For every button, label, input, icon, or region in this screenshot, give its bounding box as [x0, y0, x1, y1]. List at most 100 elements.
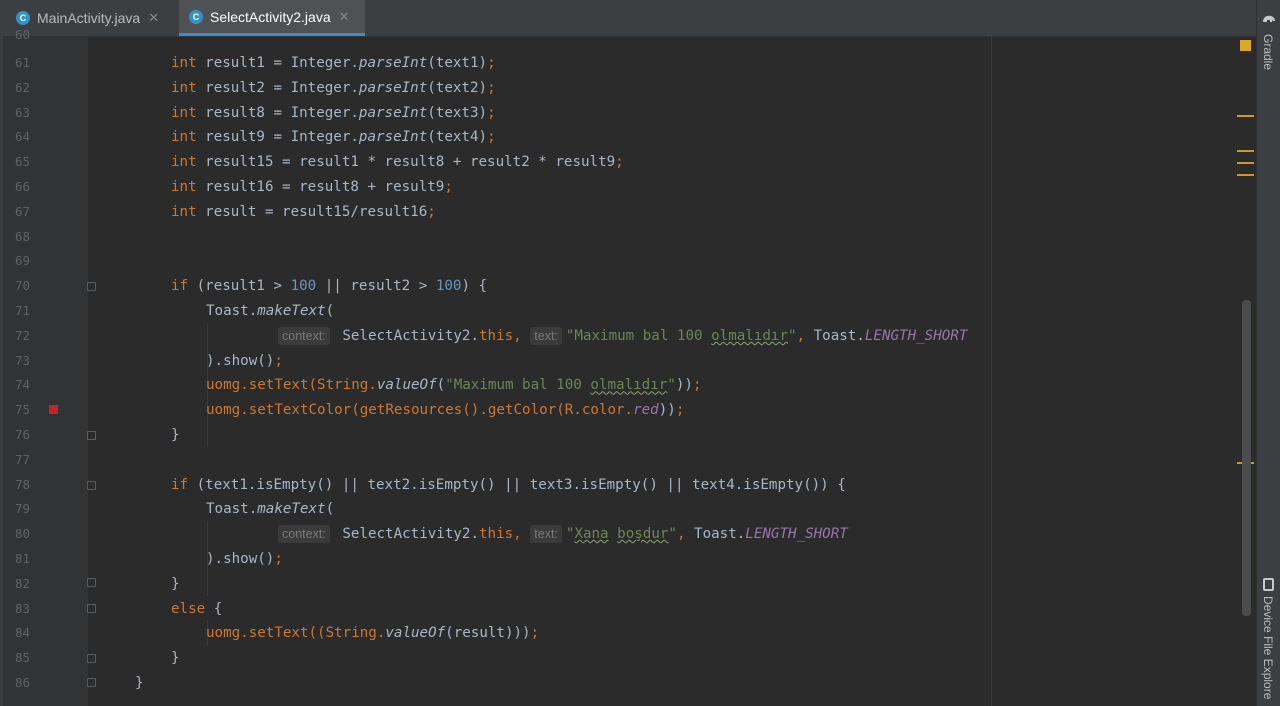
string-literal: Xana: [574, 526, 609, 543]
code-text: (: [436, 377, 446, 394]
close-icon[interactable]: ✕: [339, 9, 350, 25]
code-line: }: [171, 572, 180, 597]
static-field: red: [633, 402, 659, 419]
string-literal: ": [668, 526, 677, 543]
semicolon: ;: [675, 402, 685, 419]
code-line: }: [135, 671, 144, 696]
close-icon[interactable]: ✕: [148, 10, 159, 26]
keyword: int: [171, 55, 197, 71]
line-number: 77: [14, 451, 30, 467]
semicolon: ;: [274, 352, 283, 369]
method-name: valueOf: [376, 377, 437, 394]
line-number: 75: [14, 402, 30, 418]
vertical-scrollbar[interactable]: [1242, 300, 1251, 616]
code-text: }: [135, 675, 144, 691]
line-number: 74: [14, 377, 30, 393]
line-number: 60: [14, 27, 30, 42]
line-number: 81: [14, 551, 30, 566]
code-line: int result16 = result8 + result9;: [171, 175, 453, 200]
method-name: valueOf: [385, 625, 446, 642]
line-number: 67: [14, 203, 30, 219]
code-text: || result2 >: [316, 278, 436, 295]
code-text: (text2): [427, 79, 488, 96]
keyword: if: [171, 476, 189, 493]
semicolon: ;: [487, 129, 496, 146]
code-text: }: [171, 650, 180, 667]
method-name: parseInt: [358, 104, 428, 121]
code-line: context: SelectActivity2.this, text: " Xan…: [278, 522, 848, 547]
code-line: int result1 = Integer.parseInt(text1);: [171, 51, 496, 76]
error-stripe-mark[interactable]: [1237, 162, 1254, 164]
keyword: int: [171, 154, 197, 171]
line-number: 61: [14, 55, 30, 70]
number: 100: [290, 278, 317, 295]
code-line: uomg.setText((String.valueOf(result)));: [206, 621, 539, 646]
method-name: parseInt: [358, 79, 428, 96]
code-text: SelectActivity2.: [333, 526, 479, 543]
tab-select-activity2[interactable]: C SelectActivity2.java ✕: [179, 0, 365, 36]
device-file-explorer-button[interactable]: Device File Explore: [1261, 596, 1275, 699]
code-line: int result8 = Integer.parseInt(text3);: [171, 101, 496, 126]
error-stripe-mark[interactable]: [1237, 150, 1254, 152]
code-text: Toast.: [206, 501, 258, 518]
method-name: parseInt: [358, 55, 428, 71]
number: 100: [435, 278, 462, 295]
code-text: result2 = Integer.: [196, 79, 359, 96]
warning-indicator-icon[interactable]: [1240, 40, 1251, 51]
tab-label: SelectActivity2.java: [210, 8, 331, 25]
tab-main-activity[interactable]: C MainActivity.java ✕: [8, 0, 178, 36]
string-literal: ": [667, 377, 676, 394]
static-field: LENGTH_SHORT: [864, 327, 968, 344]
breakpoint-icon[interactable]: [49, 405, 58, 414]
code-text: )): [675, 377, 693, 394]
parameter-hint: text:: [530, 326, 562, 345]
line-number: 85: [14, 650, 30, 666]
parameter-hint: context:: [278, 326, 330, 345]
line-number: 80: [14, 526, 30, 542]
code-text: (text4): [427, 129, 488, 146]
code-line: if (result1 > 100 || result2 > 100) {: [171, 274, 487, 299]
line-number-gutter[interactable]: 60 61 62 63 64 65 66 67 68 69 70 71 72 7…: [0, 27, 88, 706]
method-name: parseInt: [358, 129, 428, 146]
string-literal: "Maximum bal 100: [445, 377, 591, 394]
code-text: (: [325, 501, 335, 518]
gradle-tool-button[interactable]: Gradle: [1261, 34, 1275, 70]
error-stripe-mark[interactable]: [1237, 174, 1254, 176]
code-editor[interactable]: int result1 = Integer.parseInt(text1); i…: [88, 36, 1238, 706]
code-text: Toast.: [805, 327, 865, 344]
code-text: {: [205, 600, 223, 617]
line-number: 79: [14, 501, 30, 517]
code-line: if (text1.isEmpty() || text2.isEmpty() |…: [171, 473, 846, 498]
code-text: (text1): [427, 55, 488, 71]
java-class-icon: C: [189, 9, 203, 24]
semicolon: ;: [487, 79, 496, 96]
line-number: 78: [14, 476, 30, 492]
gradle-elephant-icon: [1263, 15, 1275, 22]
code-text: result = result15/result16: [196, 203, 428, 220]
code-text: result8 = Integer.: [196, 104, 359, 121]
code-line: context: SelectActivity2.this, text: "Max…: [278, 324, 967, 349]
code-line: Toast.makeText(: [206, 497, 334, 522]
line-number: 68: [14, 228, 30, 244]
keyword: this,: [479, 327, 522, 344]
semicolon: ;: [692, 377, 702, 394]
semicolon: ;: [615, 154, 624, 171]
keyword: int: [171, 79, 197, 96]
code-text: (text3): [427, 104, 488, 121]
line-number: 83: [14, 600, 30, 616]
keyword: int: [171, 129, 197, 146]
keyword: int: [171, 179, 197, 195]
code-text: }: [171, 575, 180, 592]
code-line: }: [171, 646, 180, 671]
string-literal: boşdur: [617, 526, 669, 543]
semicolon: ;: [530, 625, 540, 642]
comma: ,: [676, 526, 686, 543]
line-number: 76: [14, 427, 30, 442]
keyword: int: [171, 104, 197, 121]
semicolon: ;: [487, 104, 496, 121]
string-literal: "Maximum bal 100: [565, 327, 712, 344]
error-stripe-mark[interactable]: [1237, 115, 1254, 117]
keyword: if: [171, 278, 189, 295]
code-text: SelectActivity2.: [333, 327, 479, 344]
line-number: 62: [14, 79, 30, 95]
